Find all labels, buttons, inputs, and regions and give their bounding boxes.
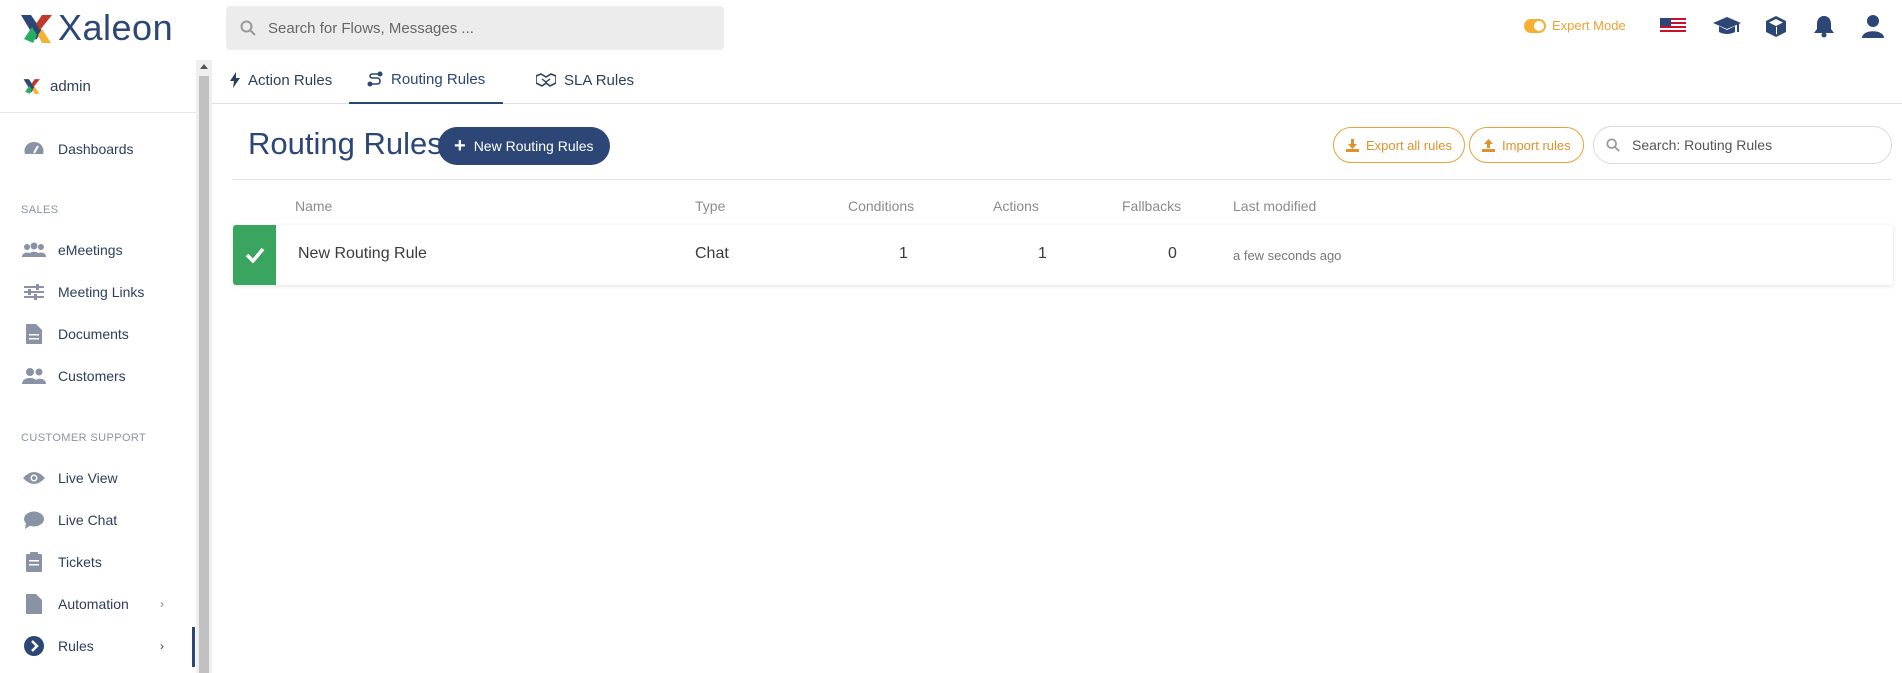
tab-action-rules[interactable]: Action Rules [212, 56, 350, 104]
username: admin [50, 77, 91, 95]
rule-type: Chat [695, 245, 729, 262]
sidebar-item-label: Customers [58, 368, 126, 384]
button-label: Export all rules [1366, 137, 1452, 153]
chevron-circle-right-icon [22, 636, 46, 656]
rules-search-input[interactable] [1632, 137, 1872, 153]
chevron-right-icon: › [160, 597, 164, 611]
xaleon-logo-icon [21, 15, 52, 43]
column-header-conditions[interactable]: Conditions [848, 198, 914, 214]
export-all-rules-button[interactable]: Export all rules [1333, 127, 1465, 163]
column-header-type[interactable]: Type [695, 198, 725, 214]
users-group-icon [22, 240, 46, 260]
tab-routing-rules[interactable]: Routing Rules [349, 56, 504, 104]
sliders-icon [22, 282, 46, 302]
column-header-last-modified[interactable]: Last modified [1233, 198, 1316, 214]
table-row[interactable]: New Routing Rule Chat 1 1 0 a few second… [233, 225, 1893, 285]
global-search[interactable] [226, 6, 724, 50]
download-icon [1346, 138, 1359, 152]
button-label: New Routing Rules [473, 138, 594, 154]
sidebar-item-automation[interactable]: Automation › [22, 592, 192, 616]
brand-name: Xaleon [58, 7, 174, 48]
scrollbar-thumb[interactable] [199, 76, 209, 673]
column-header-name[interactable]: Name [295, 198, 332, 214]
rule-actions: 1 [1038, 245, 1047, 262]
rule-last-modified: a few seconds ago [1233, 248, 1342, 263]
users-icon [22, 366, 46, 386]
brand-logo[interactable]: Xaleon [18, 7, 174, 48]
chevron-right-icon: › [160, 639, 164, 653]
bell-icon[interactable] [1810, 12, 1838, 40]
expert-mode-label: Expert Mode [1552, 18, 1626, 33]
sidebar-item-label: Documents [58, 326, 129, 342]
rule-conditions: 1 [899, 245, 908, 262]
sidebar-user[interactable]: admin [22, 76, 91, 96]
import-rules-button[interactable]: Import rules [1469, 127, 1584, 163]
xaleon-logo-icon [23, 79, 40, 94]
file-icon [22, 594, 46, 614]
eye-icon [22, 468, 46, 488]
user-icon[interactable] [1859, 12, 1887, 40]
sidebar-scrollbar[interactable] [196, 60, 212, 673]
tab-label: SLA Rules [564, 71, 635, 89]
search-icon [1606, 138, 1620, 152]
tab-label: Routing Rules [391, 70, 486, 88]
sidebar-item-label: Rules [58, 638, 94, 654]
plus-icon: + [454, 135, 466, 157]
sidebar-item-label: Live View [58, 470, 118, 486]
us-flag-icon[interactable] [1659, 12, 1687, 40]
speedometer-icon [22, 139, 46, 159]
toggle-switch-icon[interactable] [1524, 18, 1546, 33]
sidebar-item-label: eMeetings [58, 242, 123, 258]
route-icon [367, 71, 383, 87]
button-label: Import rules [1502, 137, 1571, 153]
graduation-cap-icon[interactable] [1713, 12, 1741, 40]
sidebar-item-dashboards[interactable]: Dashboards [22, 137, 192, 161]
tab-sla-rules[interactable]: SLA Rules [518, 56, 652, 104]
scroll-up-arrow-icon[interactable] [200, 64, 208, 69]
sidebar-item-customers[interactable]: Customers [22, 364, 192, 388]
header-divider [232, 179, 1892, 180]
sidebar-item-live-chat[interactable]: Live Chat [22, 508, 192, 532]
page-title: Routing Rules [248, 126, 443, 161]
sidebar-item-rules[interactable]: Rules › [22, 634, 192, 658]
document-icon [22, 324, 46, 344]
sidebar-item-label: Dashboards [58, 141, 134, 157]
bolt-icon [230, 72, 240, 88]
sidebar-item-tickets[interactable]: Tickets [22, 550, 192, 574]
handshake-icon [536, 73, 556, 87]
clipboard-icon [22, 552, 46, 572]
rules-search[interactable] [1593, 126, 1892, 164]
sidebar-item-label: Tickets [58, 554, 102, 570]
section-customer-support: CUSTOMER SUPPORT [21, 432, 147, 444]
sidebar-divider [0, 112, 196, 113]
upload-icon [1482, 138, 1495, 152]
main-content: Action Rules Routing Rules SLA Rules Rou… [212, 56, 1902, 673]
rules-tabs: Action Rules Routing Rules SLA Rules [212, 56, 1902, 104]
sidebar-item-label: Live Chat [58, 512, 118, 528]
search-icon [240, 20, 256, 36]
rule-name: New Routing Rule [298, 245, 427, 262]
sidebar-item-live-view[interactable]: Live View [22, 466, 192, 490]
status-active-indicator[interactable] [233, 225, 276, 285]
sidebar-item-documents[interactable]: Documents [22, 322, 192, 346]
sidebar: admin Dashboards SALES eMeetings Meeting… [0, 56, 196, 673]
rule-fallbacks: 0 [1168, 245, 1177, 262]
active-indicator [192, 627, 195, 667]
sidebar-item-emeetings[interactable]: eMeetings [22, 238, 192, 262]
expert-mode-toggle[interactable]: Expert Mode [1524, 18, 1626, 33]
check-icon [245, 247, 264, 263]
sidebar-item-label: Automation [58, 596, 129, 612]
new-routing-rule-button[interactable]: + New Routing Rules [438, 127, 610, 165]
column-header-fallbacks[interactable]: Fallbacks [1122, 198, 1181, 214]
global-search-input[interactable] [268, 19, 708, 37]
column-header-actions[interactable]: Actions [993, 198, 1039, 214]
section-sales: SALES [21, 204, 59, 216]
cube-icon[interactable] [1762, 12, 1790, 40]
sidebar-item-meeting-links[interactable]: Meeting Links [22, 280, 192, 304]
sidebar-item-label: Meeting Links [58, 284, 145, 300]
top-bar: Xaleon Expert Mode [0, 0, 1902, 54]
tab-label: Action Rules [248, 71, 333, 89]
chat-bubble-icon [22, 510, 46, 530]
